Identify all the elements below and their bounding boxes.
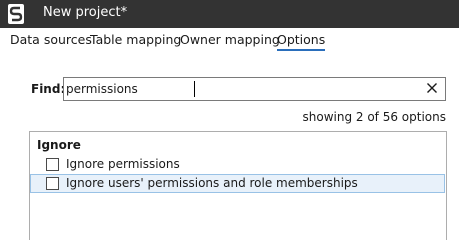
tab-data-sources[interactable]: Data sources bbox=[10, 32, 92, 49]
find-input[interactable] bbox=[66, 81, 416, 97]
checkbox[interactable] bbox=[46, 158, 59, 171]
options-group-ignore: Ignore Ignore permissions Ignore users' … bbox=[29, 131, 447, 240]
option-label: Ignore permissions bbox=[66, 157, 180, 171]
close-icon bbox=[426, 82, 438, 97]
find-field[interactable] bbox=[63, 77, 446, 101]
tab-owner-mapping[interactable]: Owner mapping bbox=[180, 32, 280, 49]
find-label: Find: bbox=[31, 82, 66, 96]
option-ignore-permissions[interactable]: Ignore permissions bbox=[30, 155, 445, 174]
app-logo-icon bbox=[8, 4, 24, 24]
option-ignore-users-permissions[interactable]: Ignore users' permissions and role membe… bbox=[30, 174, 445, 193]
tab-bar: Data sources Table mapping Owner mapping… bbox=[0, 28, 459, 54]
group-title: Ignore bbox=[37, 138, 81, 152]
title-bar: New project* bbox=[0, 0, 459, 28]
window-title: New project* bbox=[43, 5, 128, 20]
tab-options[interactable]: Options bbox=[277, 32, 326, 51]
tab-table-mapping[interactable]: Table mapping bbox=[90, 32, 181, 49]
results-count: showing 2 of 56 options bbox=[302, 110, 447, 124]
checkbox[interactable] bbox=[46, 177, 59, 190]
text-caret bbox=[194, 81, 195, 97]
clear-search-button[interactable] bbox=[423, 80, 441, 98]
option-label: Ignore users' permissions and role membe… bbox=[66, 176, 358, 190]
